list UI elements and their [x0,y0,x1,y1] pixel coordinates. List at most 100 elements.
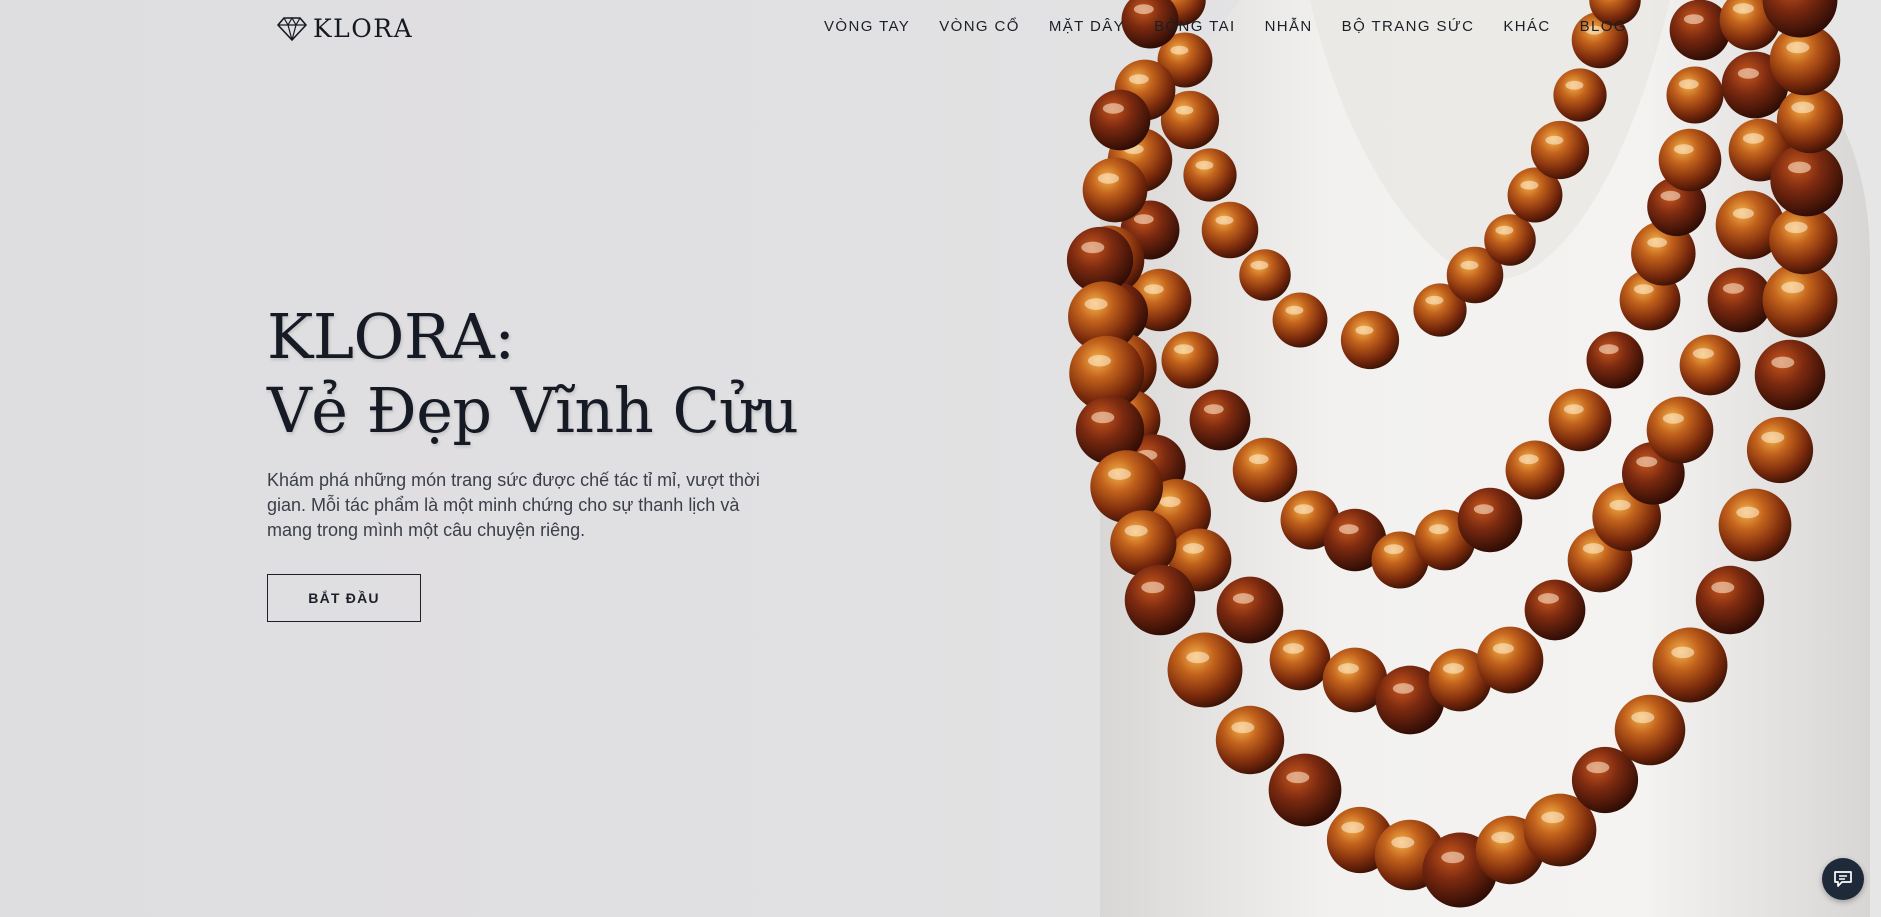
bead-highlight [1159,496,1181,508]
amber-bead [1695,565,1765,635]
diamond-icon [277,16,307,41]
bead-highlight [1565,80,1584,90]
bead-highlight [1545,135,1564,145]
bead-highlight [1124,524,1148,537]
nav-item-bo-trang-suc[interactable]: BỘ TRANG SỨC [1342,18,1475,35]
bead-highlight [1761,431,1785,444]
amber-bead [1679,334,1741,396]
bead-highlight [1692,348,1714,359]
nav-item-vong-co[interactable]: VÒNG CỔ [939,18,1020,35]
bead-highlight [1285,305,1304,315]
bead-highlight [1341,821,1365,834]
bead-highlight [1232,593,1254,604]
amber-bead [1646,396,1714,464]
amber-bead [1524,579,1586,641]
bead-highlight [1107,468,1131,480]
bead-highlight [1215,215,1234,225]
bead-highlight [1293,504,1314,515]
bead-highlight [1586,761,1610,774]
nav-item-nhan[interactable]: NHẪN [1265,18,1313,35]
bead-highlight [1736,506,1760,519]
brand-name: KLORA [313,14,414,43]
bead-highlight [1182,543,1204,554]
bead-highlight [1248,454,1269,465]
bead-highlight [1081,241,1105,254]
chat-button[interactable] [1822,858,1864,900]
amber-bead [1718,488,1792,562]
bead-highlight [1791,101,1815,114]
amber-bead [1746,416,1814,484]
bead-highlight [1732,208,1754,219]
bead-highlight [1582,543,1604,554]
nav-item-bong-tai[interactable]: BÔNG TAI [1154,18,1236,35]
amber-bead [1167,632,1243,708]
amber-bead [1658,128,1722,192]
bead-highlight [1473,504,1494,515]
amber-bead [1505,440,1565,500]
amber-bead [1216,576,1284,644]
bead-highlight [1673,144,1694,155]
amber-bead [1776,86,1844,154]
chat-icon [1834,871,1852,887]
bead-highlight [1383,544,1404,555]
amber-bead [1268,753,1342,827]
amber-bead [1161,331,1219,389]
bead-highlight [1737,68,1759,79]
amber-bead [1189,389,1251,451]
nav-item-mat-day[interactable]: MẶT DÂY [1049,18,1125,35]
bead-highlight [1097,173,1119,184]
amber-bead [1215,705,1285,775]
bead-highlight [1250,260,1269,270]
bead-highlight [1787,161,1811,174]
bead-highlight [1495,225,1514,235]
amber-bead [1614,694,1686,766]
bead-highlight [1660,190,1681,201]
amber-bead [1239,249,1291,301]
bead-highlight [1084,298,1108,310]
logo-link[interactable]: KLORA [277,14,413,43]
bead-highlight [1392,683,1414,694]
bead-highlight [1636,456,1658,468]
hero-content: KLORA: Vẻ Đẹp Vĩnh Cửu Khám phá những mó… [267,300,807,622]
bead-highlight [1442,663,1464,674]
bead-highlight [1133,214,1154,225]
nav-item-blog[interactable]: BLOG [1580,18,1627,35]
amber-bead [1124,564,1196,636]
nav-item-vong-tay[interactable]: VÒNG TAY [824,18,910,35]
bead-highlight [1286,771,1310,784]
bead-highlight [1231,721,1255,734]
bead-highlight [1781,281,1805,294]
start-button[interactable]: BẮT ĐẦU [267,574,421,622]
hero-title: KLORA: Vẻ Đẹp Vĩnh Cửu [267,300,807,448]
bead-highlight [1784,221,1808,234]
bead-highlight [1722,283,1744,294]
amber-bead [1586,331,1644,389]
amber-bead [1340,310,1400,370]
hero-title-line-1: KLORA: [267,300,515,373]
bead-highlight [1678,79,1699,90]
bead-highlight [1102,103,1124,114]
bead-highlight [1087,354,1111,367]
site-header: KLORA VÒNG TAY VÒNG CỔ MẶT DÂY BÔNG TAI … [0,0,1881,56]
bead-highlight [1633,284,1654,295]
amber-bead [1457,487,1523,553]
bead-highlight [1143,284,1164,295]
nav-item-khac[interactable]: KHÁC [1503,18,1550,35]
hero-title-line-2: Vẻ Đẹp Vĩnh Cửu [267,374,799,447]
amber-bead [1183,148,1237,202]
bead-highlight [1671,646,1695,659]
hero-description: Khám phá những món trang sức được chế tá… [267,470,760,540]
bead-highlight [1460,260,1479,270]
bead-highlight [1491,831,1515,844]
bead-highlight [1541,811,1565,824]
bead-highlight [1563,404,1584,415]
bead-highlight [1428,524,1449,535]
amber-bead [1770,143,1844,217]
bead-highlight [1091,411,1115,424]
bead-highlight [1520,180,1539,190]
amber-bead [1476,626,1544,694]
bead-highlight [1742,133,1764,144]
bead-highlight [1141,581,1165,594]
amber-bead [1232,437,1298,503]
amber-bead [1269,629,1331,691]
